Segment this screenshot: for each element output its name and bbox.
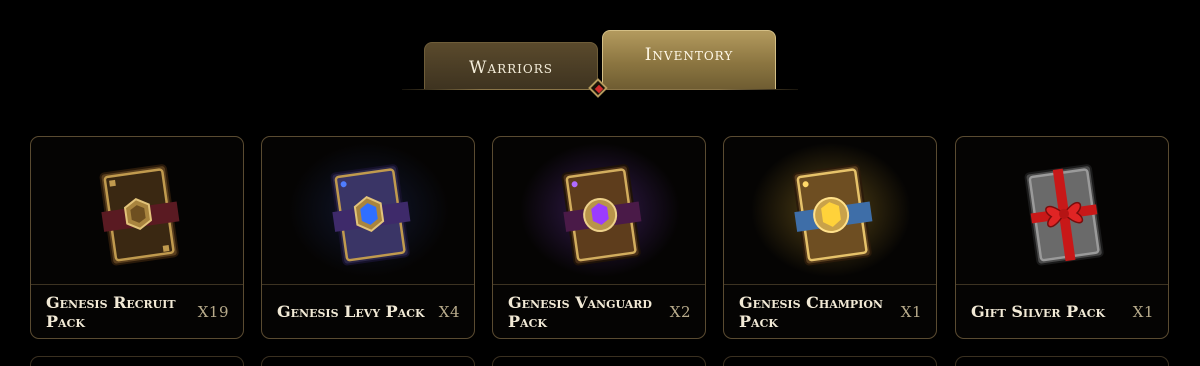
card-footer: Genesis Vanguard Pack X2	[508, 285, 691, 338]
pack-quantity: X4	[438, 302, 460, 321]
next-row-card-edge	[955, 356, 1169, 366]
inventory-card-levy-pack[interactable]: Genesis Levy Pack X4	[261, 136, 475, 339]
pack-quantity: X1	[900, 302, 922, 321]
card-footer: Genesis Levy Pack X4	[277, 285, 460, 338]
card-footer: Genesis Recruit Pack X19	[46, 285, 229, 338]
champion-pack-icon	[781, 149, 881, 279]
next-row-card-edge	[261, 356, 475, 366]
pack-quantity: X1	[1132, 302, 1154, 321]
next-row-card-edge	[30, 356, 244, 366]
inventory-card-gift-silver-pack[interactable]: Gift Silver Pack X1	[955, 136, 1169, 339]
pack-name: Genesis Recruit Pack	[46, 292, 176, 331]
next-row-card-edge	[723, 356, 937, 366]
inventory-card-champion-pack[interactable]: Genesis Champion Pack X1	[723, 136, 937, 339]
gift-pack-icon	[1013, 149, 1113, 279]
pack-name: Genesis Champion Pack	[739, 292, 883, 331]
vanguard-pack-icon	[550, 149, 650, 279]
card-footer: Gift Silver Pack X1	[971, 285, 1154, 338]
pack-quantity: X2	[669, 302, 691, 321]
recruit-pack-icon	[88, 149, 188, 279]
inventory-grid: Genesis Recruit Pack X19 Genesis Levy Pa…	[0, 0, 1200, 362]
inventory-card-recruit-pack[interactable]: Genesis Recruit Pack X19	[30, 136, 244, 339]
card-footer: Genesis Champion Pack X1	[739, 285, 922, 338]
next-row-card-edge	[492, 356, 706, 366]
pack-quantity: X19	[197, 302, 229, 321]
levy-pack-icon	[319, 149, 419, 279]
pack-name: Gift Silver Pack	[971, 302, 1106, 321]
pack-name: Genesis Vanguard Pack	[508, 292, 652, 331]
inventory-card-vanguard-pack[interactable]: Genesis Vanguard Pack X2	[492, 136, 706, 339]
pack-name: Genesis Levy Pack	[277, 302, 425, 321]
